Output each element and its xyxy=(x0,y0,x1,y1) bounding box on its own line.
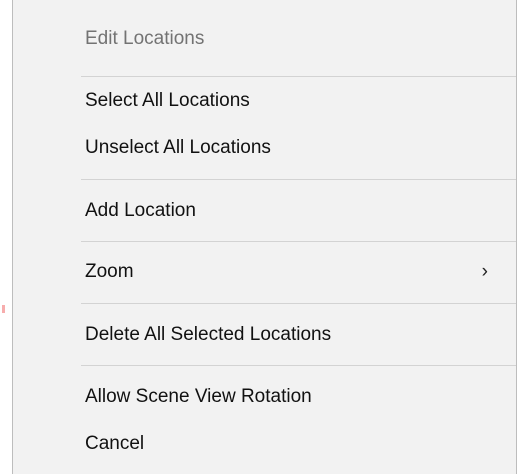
chevron-right-icon: › xyxy=(481,261,488,282)
menu-separator xyxy=(81,76,516,77)
context-menu: Edit Locations Select All Locations Unse… xyxy=(12,0,517,474)
menu-item-label: Delete All Selected Locations xyxy=(85,324,332,345)
menu-item-unselect-all-locations[interactable]: Unselect All Locations xyxy=(14,128,504,168)
menu-item-allow-scene-view-rotation[interactable]: Allow Scene View Rotation xyxy=(14,377,504,417)
screen: Edit Locations Select All Locations Unse… xyxy=(0,0,523,474)
menu-header: Edit Locations xyxy=(85,28,205,49)
menu-separator xyxy=(81,241,516,242)
menu-item-label: Allow Scene View Rotation xyxy=(85,386,312,407)
menu-separator xyxy=(81,365,516,366)
menu-item-label: Cancel xyxy=(85,433,145,454)
menu-item-zoom[interactable]: Zoom › xyxy=(14,252,504,292)
menu-item-label: Zoom xyxy=(85,261,134,282)
menu-separator xyxy=(81,179,516,180)
menu-item-label: Unselect All Locations xyxy=(85,137,271,158)
menu-separator xyxy=(81,303,516,304)
background-edge xyxy=(0,0,12,474)
menu-item-label: Select All Locations xyxy=(85,90,250,111)
menu-item-delete-all-selected-locations[interactable]: Delete All Selected Locations xyxy=(14,315,504,355)
menu-item-select-all-locations[interactable]: Select All Locations xyxy=(14,81,504,121)
menu-item-add-location[interactable]: Add Location xyxy=(14,191,504,231)
menu-item-cancel[interactable]: Cancel xyxy=(14,424,504,464)
menu-item-label: Add Location xyxy=(85,200,196,221)
background-mark xyxy=(2,305,5,313)
